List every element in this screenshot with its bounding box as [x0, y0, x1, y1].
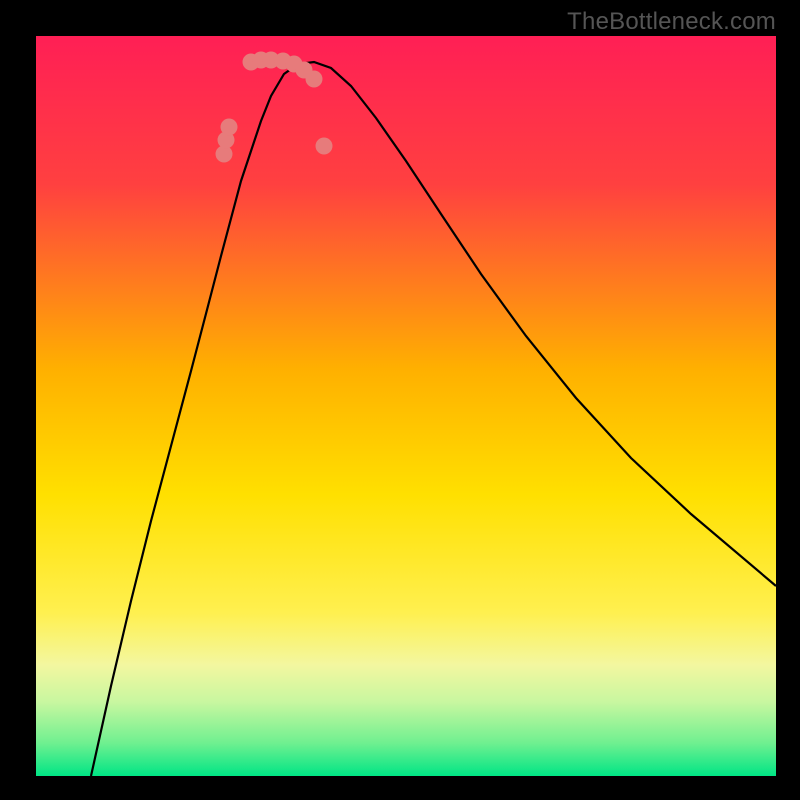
plot-area [36, 36, 776, 776]
chart-frame: TheBottleneck.com [0, 0, 800, 800]
chart-svg [36, 36, 776, 776]
curve-markers [216, 52, 333, 163]
watermark-text: TheBottleneck.com [567, 8, 776, 36]
curve-marker [316, 138, 333, 155]
bottleneck-curve [91, 62, 776, 776]
curve-marker [221, 119, 238, 136]
curve-marker [306, 71, 323, 88]
